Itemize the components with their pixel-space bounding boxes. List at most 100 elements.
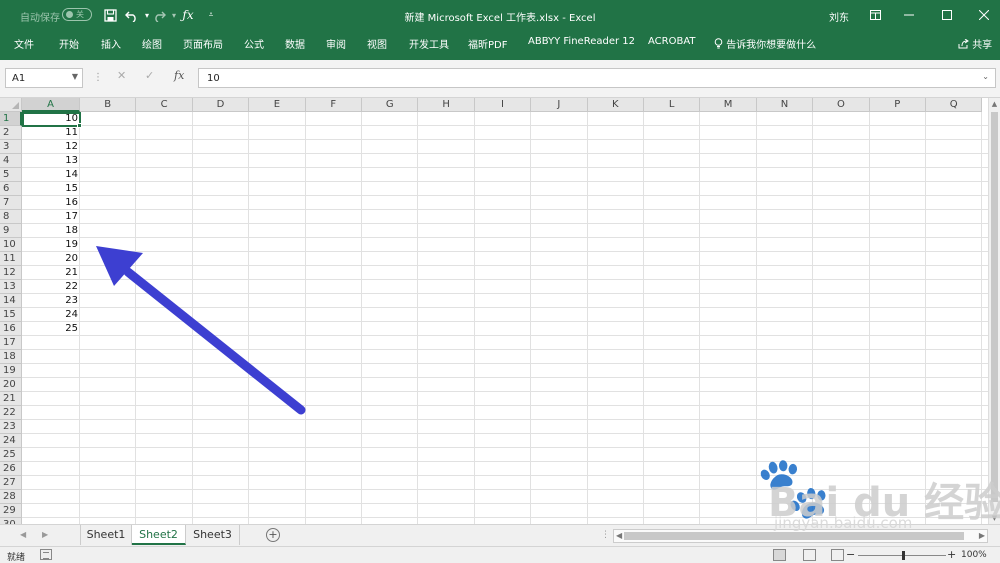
row-header[interactable]: 12 <box>0 266 22 280</box>
row-header[interactable]: 6 <box>0 182 22 196</box>
row-header[interactable]: 13 <box>0 280 22 294</box>
tab-home[interactable]: 开始 <box>59 36 79 51</box>
tab-acrobat[interactable]: ACROBAT <box>648 36 696 47</box>
page-layout-view-icon[interactable] <box>803 549 816 561</box>
cell-a3[interactable]: 12 <box>23 140 80 153</box>
hscroll-thumb[interactable] <box>624 532 964 540</box>
spreadsheet-grid[interactable]: ABCDEFGHIJKLMNOPQ 1 2 3 4 5 6 7 8 9 10 11 12 13 14 15 1… <box>0 98 988 524</box>
scroll-down-icon[interactable]: ▼ <box>989 512 1000 524</box>
tab-file[interactable]: 文件 <box>14 36 34 51</box>
scroll-left-icon[interactable]: ◀ <box>616 530 622 542</box>
column-header[interactable]: Q <box>926 98 983 112</box>
column-header[interactable]: A <box>22 98 80 112</box>
fill-handle[interactable] <box>77 123 82 128</box>
row-header[interactable]: 7 <box>0 196 22 210</box>
row-header[interactable]: 28 <box>0 490 22 504</box>
tab-data[interactable]: 数据 <box>285 36 305 51</box>
row-header[interactable]: 16 <box>0 322 22 336</box>
cell-a5[interactable]: 14 <box>23 168 80 181</box>
row-header[interactable]: 4 <box>0 154 22 168</box>
row-header[interactable]: 15 <box>0 308 22 322</box>
tab-formulas[interactable]: 公式 <box>244 36 264 51</box>
ribbon-display-icon[interactable] <box>866 6 884 24</box>
column-header[interactable]: I <box>474 98 532 112</box>
tab-draw[interactable]: 绘图 <box>142 36 162 51</box>
row-header[interactable]: 14 <box>0 294 22 308</box>
row-header[interactable]: 20 <box>0 378 22 392</box>
scroll-thumb[interactable] <box>991 112 998 502</box>
tab-insert[interactable]: 插入 <box>101 36 121 51</box>
zoom-level[interactable]: 100% <box>961 550 987 560</box>
tab-page-layout[interactable]: 页面布局 <box>183 36 223 51</box>
sheet-tab-sheet3[interactable]: Sheet3 <box>186 525 240 545</box>
sheet-tab-sheet2[interactable]: Sheet2 <box>132 525 186 545</box>
cell-a14[interactable]: 23 <box>23 294 80 307</box>
row-header[interactable]: 25 <box>0 448 22 462</box>
cell-a9[interactable]: 18 <box>23 224 80 237</box>
row-header[interactable]: 11 <box>0 252 22 266</box>
cell-a13[interactable]: 22 <box>23 280 80 293</box>
tab-abbyy[interactable]: ABBYY FineReader 12 <box>528 36 635 47</box>
drag-handle-icon[interactable]: ⋮ <box>93 72 103 83</box>
row-header[interactable]: 21 <box>0 392 22 406</box>
column-header[interactable]: P <box>869 98 926 112</box>
cell-a16[interactable]: 25 <box>23 322 80 335</box>
share-button[interactable]: 共享 <box>958 36 992 51</box>
cell-a10[interactable]: 19 <box>23 238 80 251</box>
vertical-scrollbar[interactable]: ▲ ▼ <box>988 98 1000 524</box>
cell-a7[interactable]: 16 <box>23 196 80 209</box>
sheet-next-icon[interactable]: ▶ <box>42 530 48 539</box>
check-icon[interactable]: ✓ <box>145 69 154 82</box>
row-header[interactable]: 24 <box>0 434 22 448</box>
cell-a8[interactable]: 17 <box>23 210 80 223</box>
sheet-prev-icon[interactable]: ◀ <box>20 530 26 539</box>
column-header[interactable]: B <box>80 98 137 112</box>
row-header[interactable]: 26 <box>0 462 22 476</box>
minimize-icon[interactable] <box>900 6 918 24</box>
column-header[interactable]: L <box>644 98 701 112</box>
maximize-icon[interactable] <box>938 6 956 24</box>
zoom-in-button[interactable]: + <box>947 548 956 561</box>
tab-split-handle-icon[interactable]: ⋮ <box>601 530 610 540</box>
row-header[interactable]: 1 <box>0 112 22 126</box>
cell-a12[interactable]: 21 <box>23 266 80 279</box>
column-header[interactable]: F <box>305 98 362 112</box>
tab-view[interactable]: 视图 <box>367 36 387 51</box>
cell-a4[interactable]: 13 <box>23 154 80 167</box>
insert-function-button[interactable]: fx <box>174 69 184 82</box>
close-icon[interactable] <box>975 6 993 24</box>
name-box[interactable]: A1 ▼ <box>5 68 83 88</box>
horizontal-scrollbar[interactable]: ◀ ▶ <box>613 529 988 543</box>
cell-a2[interactable]: 11 <box>23 126 80 139</box>
row-header[interactable]: 27 <box>0 476 22 490</box>
normal-view-icon[interactable] <box>773 549 786 561</box>
row-header[interactable]: 5 <box>0 168 22 182</box>
row-header[interactable]: 19 <box>0 364 22 378</box>
tab-foxit-pdf[interactable]: 福昕PDF <box>468 36 507 51</box>
scroll-right-icon[interactable]: ▶ <box>979 530 985 542</box>
column-header[interactable]: G <box>362 98 419 112</box>
expand-formula-icon[interactable]: ⌄ <box>982 72 989 81</box>
user-name[interactable]: 刘东 <box>829 9 849 24</box>
column-header[interactable]: H <box>418 98 475 112</box>
column-header[interactable]: D <box>192 98 250 112</box>
column-header[interactable]: M <box>700 98 757 112</box>
row-header[interactable]: 8 <box>0 210 22 224</box>
row-header[interactable]: 29 <box>0 504 22 518</box>
page-break-view-icon[interactable] <box>831 549 844 561</box>
row-header[interactable]: 10 <box>0 238 22 252</box>
column-header[interactable]: C <box>136 98 193 112</box>
row-header[interactable]: 17 <box>0 336 22 350</box>
column-header[interactable]: E <box>249 98 306 112</box>
zoom-out-button[interactable]: − <box>846 548 855 561</box>
macro-record-icon[interactable] <box>40 549 52 560</box>
zoom-slider-knob[interactable] <box>902 551 905 560</box>
scroll-up-icon[interactable]: ▲ <box>989 98 1000 110</box>
tab-developer[interactable]: 开发工具 <box>409 36 449 51</box>
chevron-down-icon[interactable]: ▼ <box>72 72 78 81</box>
column-header[interactable]: O <box>813 98 870 112</box>
tell-me-search[interactable]: 告诉我你想要做什么 <box>714 36 816 51</box>
cell-a11[interactable]: 20 <box>23 252 80 265</box>
cell-a15[interactable]: 24 <box>23 308 80 321</box>
column-header[interactable]: J <box>531 98 588 112</box>
